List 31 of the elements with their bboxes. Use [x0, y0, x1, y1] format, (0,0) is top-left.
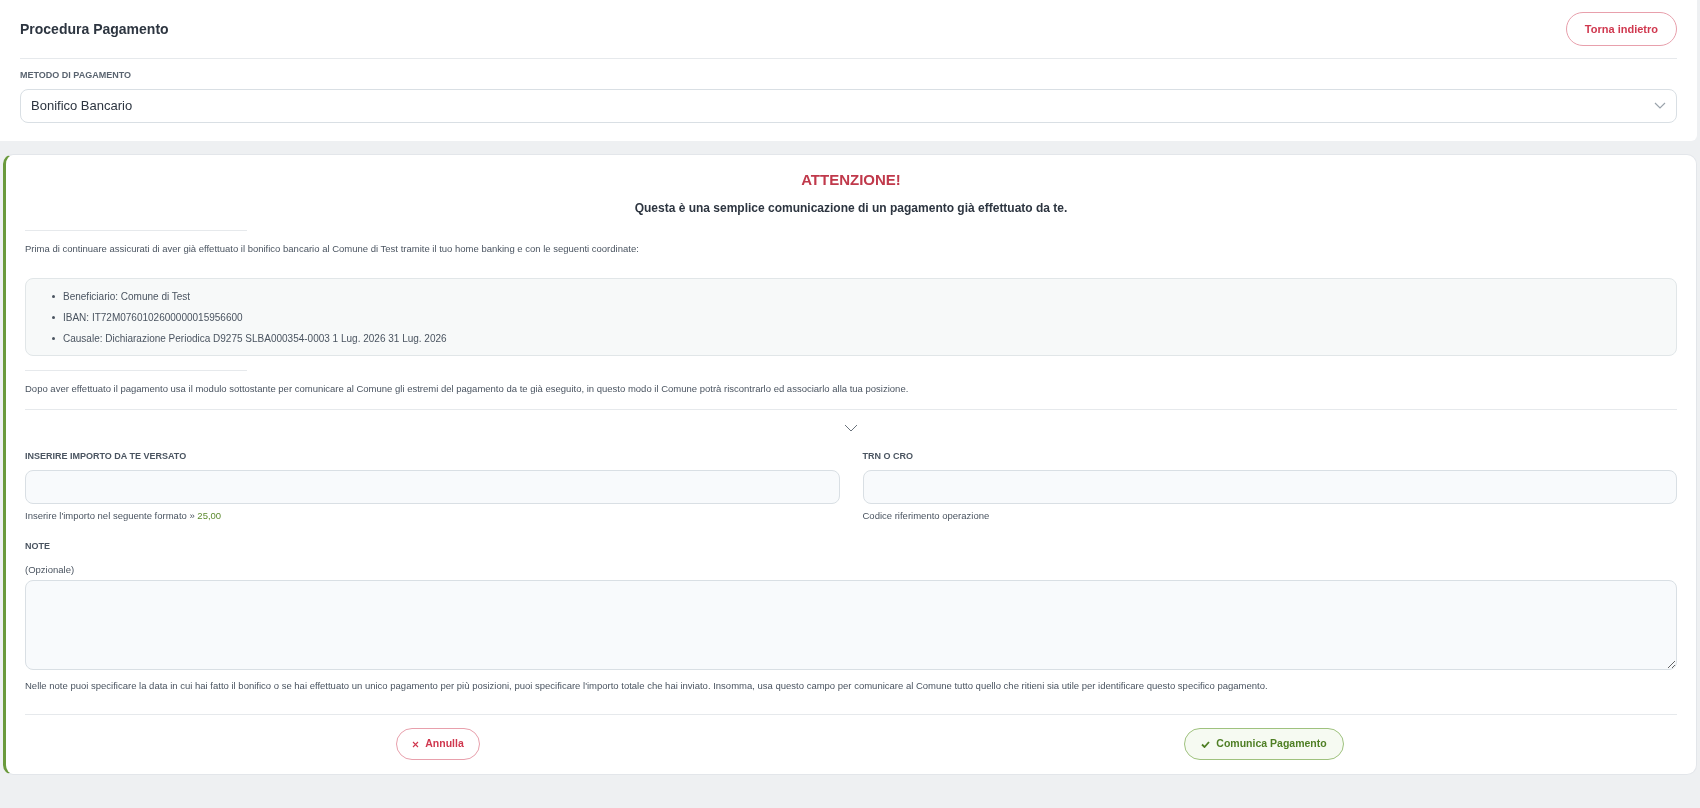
- chevron-down-icon: [1654, 101, 1666, 110]
- field-hint: Inserire l'importo nel seguente formato » 25,00: [25, 509, 223, 523]
- input-field[interactable]: [862, 470, 1677, 504]
- bullet-icon: [52, 315, 55, 319]
- submit-button[interactable]: Comunica Pagamento: [1184, 728, 1344, 761]
- bullet-icon: [52, 336, 55, 340]
- field-label: INSERIRE IMPORTO DA TE VERSATO: [25, 449, 188, 463]
- outro-text: Dopo aver effettuato il pagamento usa il modulo sottostante per comunicare al Comune gli estremi del pagamento da te già eseguito, in questo modo il Comune potrà riscontrarlo ed associarlo alla tua posizione.: [25, 382, 910, 397]
- detail-text: Causale: Dichiarazione Periodica D9275 SLBA000354-0003 1 Lug. 2026 31 Lug. 2026: [63, 331, 447, 346]
- field-label: METODO DI PAGAMENTO: [20, 69, 132, 82]
- back-button[interactable]: Torna indietro: [1565, 12, 1677, 46]
- detail-text: Beneficiario: Comune di Test: [63, 289, 191, 304]
- input-field[interactable]: [25, 470, 840, 504]
- chevron-down-icon[interactable]: [844, 423, 858, 432]
- check-icon: [1201, 740, 1211, 748]
- notes-textarea[interactable]: [25, 580, 1677, 670]
- cancel-button[interactable]: Annulla: [396, 728, 480, 761]
- field-label: NOTE: [25, 540, 51, 554]
- page-title: Procedura Pagamento: [20, 19, 169, 39]
- warning-subtitle: Questa è una semplice comunicazione di un pagamento già effettuato da te.: [633, 200, 1069, 217]
- intro-text: Prima di continuare assicurati di aver già effettuato il bonifico bancario al Comune di Test tramite il tuo home banking e con le seguenti coordinate:: [25, 242, 640, 256]
- warning-title: ATTENZIONE!: [800, 169, 902, 190]
- field-hint: Codice riferimento operazione: [862, 509, 991, 523]
- payment-method-select[interactable]: Bonifico Bancario: [20, 88, 1677, 123]
- select-value: Bonifico Bancario: [31, 96, 133, 115]
- detail-text: IBAN: IT72M0760102600000015956600: [63, 310, 243, 325]
- field-sublabel: (Opzionale): [25, 562, 76, 577]
- field-label: TRN O CRO: [862, 449, 914, 463]
- bullet-icon: [52, 294, 55, 298]
- close-icon: [412, 740, 420, 748]
- field-hint: Nelle note puoi specificare la data in cui hai fatto il bonifico o se hai effettuato un unico pagamento per più posizioni, puoi specificare l'importo totale che hai inviato. Insomma, usa questo campo per comunicare al Comune tutto quello che ritieni sia utile per identificare questo specifico pagamento.: [25, 679, 1269, 693]
